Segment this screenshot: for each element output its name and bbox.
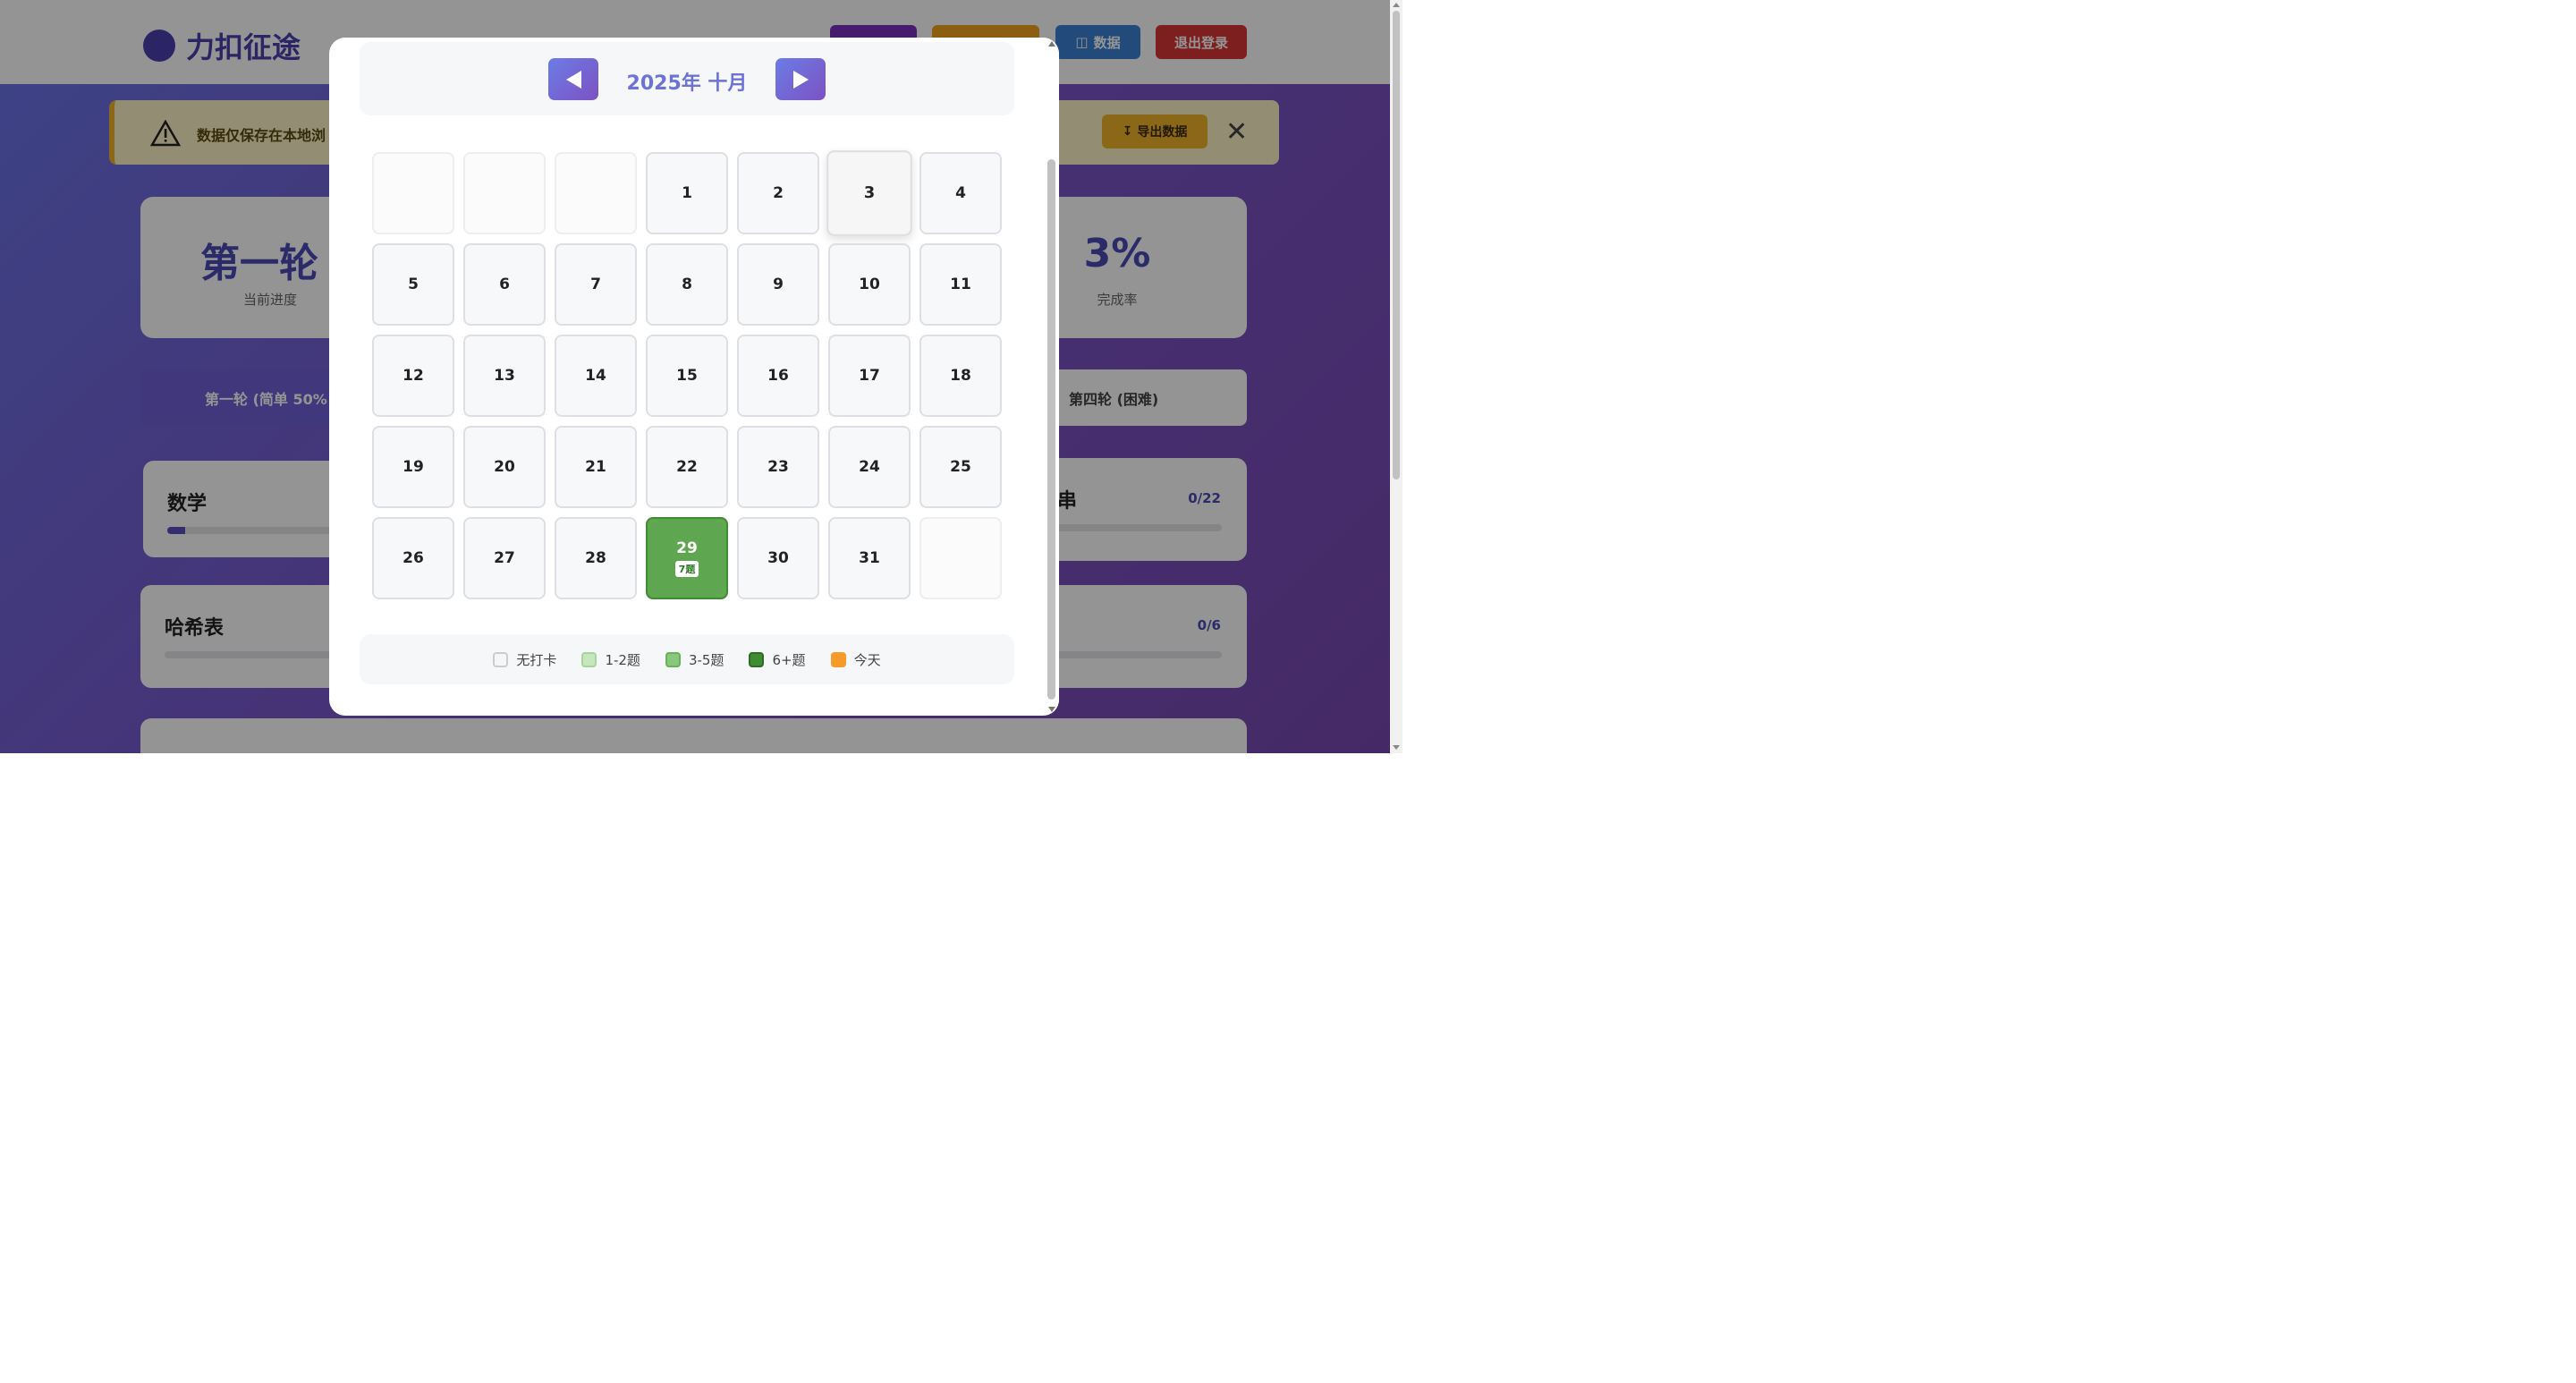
- calendar-day[interactable]: 3: [826, 150, 912, 236]
- day-number: 6: [499, 276, 510, 293]
- legend-item: 1-2题: [581, 650, 640, 669]
- calendar-day[interactable]: 24: [828, 426, 911, 508]
- calendar-day[interactable]: 22: [646, 426, 728, 508]
- legend-swatch: [493, 651, 509, 667]
- day-number: 16: [767, 367, 789, 385]
- legend-item: 6+题: [749, 650, 806, 669]
- day-number: 12: [402, 367, 424, 385]
- page-scroll-thumb[interactable]: [1393, 11, 1400, 479]
- day-number: 3: [863, 183, 876, 203]
- modal-scroll-thumb[interactable]: [1047, 159, 1055, 700]
- day-number: 26: [402, 549, 424, 567]
- legend-label: 6+题: [772, 651, 806, 668]
- day-number: 13: [494, 367, 515, 385]
- scroll-down-icon[interactable]: [1393, 745, 1400, 750]
- day-number: 18: [950, 367, 971, 385]
- calendar-day[interactable]: 14: [555, 335, 637, 417]
- legend-item: 无打卡: [493, 650, 556, 669]
- calendar-day[interactable]: 25: [919, 426, 1002, 508]
- day-number: 31: [859, 549, 880, 567]
- calendar-day[interactable]: 31: [828, 517, 911, 599]
- calendar-day[interactable]: 9: [737, 243, 819, 326]
- day-number: 7: [590, 276, 601, 293]
- calendar-day[interactable]: 28: [555, 517, 637, 599]
- calendar-day[interactable]: 1: [646, 152, 728, 234]
- day-number: 21: [585, 458, 606, 476]
- day-number: 5: [408, 276, 419, 293]
- calendar-day-empty: [463, 152, 546, 234]
- calendar-day[interactable]: 21: [555, 426, 637, 508]
- calendar-day[interactable]: 16: [737, 335, 819, 417]
- legend-label: 今天: [853, 651, 881, 668]
- legend-swatch: [830, 651, 846, 667]
- calendar-day[interactable]: 27: [463, 517, 546, 599]
- calendar-day[interactable]: 20: [463, 426, 546, 508]
- day-number: 24: [859, 458, 880, 476]
- calendar-day[interactable]: 15: [646, 335, 728, 417]
- scroll-up-icon[interactable]: [1393, 3, 1400, 7]
- day-number: 27: [494, 549, 515, 567]
- day-number: 20: [494, 458, 515, 476]
- legend-swatch: [749, 651, 765, 667]
- arrow-right-icon: [792, 70, 809, 89]
- calendar-day[interactable]: 12: [372, 335, 454, 417]
- day-number: 17: [859, 367, 880, 385]
- day-number: 8: [682, 276, 692, 293]
- day-number: 29: [676, 539, 698, 557]
- day-number: 30: [767, 549, 789, 567]
- calendar-day[interactable]: 11: [919, 243, 1002, 326]
- page-scrollbar[interactable]: [1390, 0, 1402, 753]
- scroll-down-icon[interactable]: [1048, 707, 1055, 712]
- day-count-badge: 7题: [674, 561, 699, 577]
- month-title: 2025年 十月: [626, 72, 748, 95]
- calendar-day[interactable]: 10: [828, 243, 911, 326]
- calendar-grid: 1 2 3 4 5 6 7 8 9 10 11 12 13 14 15 16 17 18 19 20 21 22 23 24 2…: [372, 150, 1002, 599]
- calendar-day[interactable]: 17: [828, 335, 911, 417]
- arrow-left-icon: [565, 70, 581, 89]
- day-number: 11: [950, 276, 971, 293]
- next-month-button[interactable]: [775, 58, 826, 100]
- calendar-day[interactable]: 19: [372, 426, 454, 508]
- calendar-day[interactable]: 4: [919, 152, 1002, 234]
- calendar-day[interactable]: 29 7题: [646, 517, 728, 599]
- calendar-day[interactable]: 7: [555, 243, 637, 326]
- legend-label: 无打卡: [516, 651, 557, 668]
- day-number: 1: [682, 184, 692, 202]
- calendar-day-empty: [555, 152, 637, 234]
- day-number: 28: [585, 549, 606, 567]
- calendar-day[interactable]: 8: [646, 243, 728, 326]
- legend-swatch: [665, 651, 681, 667]
- calendar-day[interactable]: 18: [919, 335, 1002, 417]
- calendar-day[interactable]: 23: [737, 426, 819, 508]
- legend-label: 1-2题: [605, 651, 640, 668]
- legend-swatch: [581, 651, 597, 667]
- calendar-day[interactable]: 26: [372, 517, 454, 599]
- day-number: 23: [767, 458, 789, 476]
- modal-scrollbar[interactable]: [1045, 38, 1059, 716]
- day-number: 25: [950, 458, 971, 476]
- calendar-day[interactable]: 13: [463, 335, 546, 417]
- calendar-day[interactable]: 2: [737, 152, 819, 234]
- scroll-up-icon[interactable]: [1048, 41, 1055, 47]
- legend-item: 3-5题: [665, 650, 724, 669]
- day-number: 4: [955, 184, 966, 202]
- legend-label: 3-5题: [688, 651, 724, 668]
- legend-item: 今天: [830, 650, 881, 669]
- prev-month-button[interactable]: [548, 58, 598, 100]
- day-number: 9: [773, 276, 784, 293]
- calendar-day-empty: [372, 152, 454, 234]
- day-number: 2: [773, 184, 784, 202]
- day-number: 10: [859, 276, 880, 293]
- day-number: 22: [676, 458, 698, 476]
- calendar-day[interactable]: 6: [463, 243, 546, 326]
- checkin-calendar-modal: 2025年 十月 1 2 3 4 5 6 7 8 9 10 11 12 13 14 15 16 17 18 19 20…: [329, 38, 1059, 716]
- calendar-day[interactable]: 5: [372, 243, 454, 326]
- calendar-day-empty: [919, 517, 1002, 599]
- calendar-day[interactable]: 30: [737, 517, 819, 599]
- day-number: 14: [585, 367, 606, 385]
- day-number: 15: [676, 367, 698, 385]
- day-number: 19: [402, 458, 424, 476]
- month-navigation: 2025年 十月: [360, 42, 1014, 115]
- calendar-legend: 无打卡 1-2题 3-5题 6+题 今天: [360, 634, 1014, 684]
